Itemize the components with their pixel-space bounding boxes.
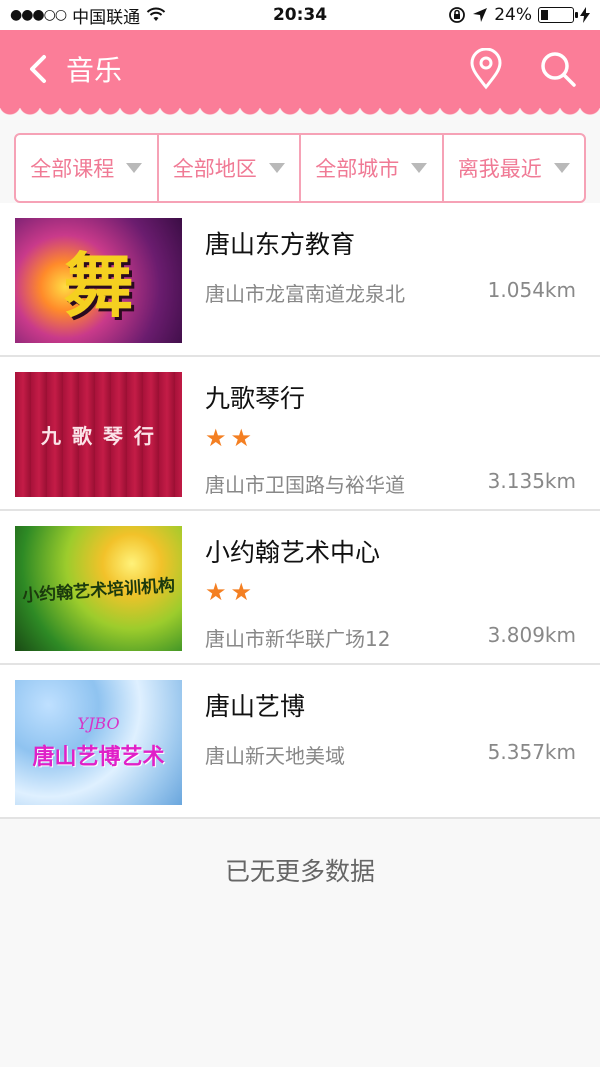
battery-percent: 24% <box>494 5 532 25</box>
filter-label: 全部地区 <box>172 157 257 181</box>
school-distance: 5.357km <box>487 740 576 764</box>
no-more-data-label: 已无更多数据 <box>224 857 375 886</box>
school-address: 唐山新天地美域 <box>205 744 345 768</box>
school-distance: 3.135km <box>487 469 576 493</box>
location-pin-icon <box>470 48 502 90</box>
thumbnail-text: 九 歌 琴 行 <box>41 424 156 448</box>
school-address: 唐山市新华联广场12 <box>205 627 391 651</box>
thumbnail-text: 小约翰艺术培训机构 <box>21 575 176 607</box>
school-thumbnail: 舞 <box>15 218 182 343</box>
school-name: 唐山东方教育 <box>205 230 356 259</box>
school-name: 唐山艺博 <box>205 692 306 721</box>
charging-icon <box>580 7 590 23</box>
page-title: 音乐 <box>66 54 123 87</box>
school-address: 唐山市卫国路与裕华道 <box>205 473 405 497</box>
rating-stars: ★★ <box>205 424 257 452</box>
thumbnail-subtext: YJBO <box>77 714 120 733</box>
back-button[interactable] <box>18 49 58 89</box>
nav-header: 音乐 <box>0 30 600 116</box>
search-button[interactable] <box>534 45 582 93</box>
battery-level <box>541 10 549 20</box>
rotation-lock-icon <box>449 7 466 23</box>
school-name: 小约翰艺术中心 <box>205 538 381 567</box>
battery-icon <box>538 7 578 23</box>
thumbnail-text: 唐山艺博艺术 <box>32 745 165 770</box>
school-thumbnail: 九 歌 琴 行 <box>15 372 182 497</box>
filter-label: 全部城市 <box>315 157 400 181</box>
location-button[interactable] <box>462 45 510 93</box>
filter-district[interactable]: 全部地区 <box>159 135 301 201</box>
filter-label: 离我最近 <box>457 157 542 181</box>
status-bar: ●●●○○ 中国联通 20:34 24% <box>0 0 600 30</box>
filter-sort-distance[interactable]: 离我最近 <box>444 135 585 201</box>
carrier-name: 中国联通 <box>72 7 141 28</box>
filter-label: 全部课程 <box>30 157 115 181</box>
school-name: 九歌琴行 <box>205 384 306 413</box>
dropdown-caret-icon <box>411 163 428 173</box>
rating-stars: ★★ <box>205 578 257 606</box>
school-distance: 1.054km <box>487 278 576 302</box>
school-thumbnail: 小约翰艺术培训机构 <box>15 526 182 651</box>
filter-bar: 全部课程 全部地区 全部城市 离我最近 <box>14 133 586 203</box>
list-item[interactable]: 九 歌 琴 行 九歌琴行 ★★ 唐山市卫国路与裕华道 3.135km <box>0 357 600 511</box>
school-address: 唐山市龙富南道龙泉北 <box>205 282 405 306</box>
list-item[interactable]: 小约翰艺术培训机构 小约翰艺术中心 ★★ 唐山市新华联广场12 3.809km <box>0 511 600 665</box>
wifi-icon <box>146 7 166 21</box>
dropdown-caret-icon <box>126 163 143 173</box>
signal-strength: ●●●○○ <box>10 7 67 23</box>
school-list: 舞 唐山东方教育 唐山市龙富南道龙泉北 1.054km 九 歌 琴 行 九歌琴行… <box>0 203 600 819</box>
filter-city[interactable]: 全部城市 <box>301 135 444 201</box>
chevron-left-icon <box>30 55 46 83</box>
dropdown-caret-icon <box>553 163 570 173</box>
search-icon <box>541 52 576 87</box>
list-item[interactable]: YJBO 唐山艺博艺术 唐山艺博 唐山新天地美域 5.357km <box>0 665 600 819</box>
school-thumbnail: YJBO 唐山艺博艺术 <box>15 680 182 805</box>
list-item[interactable]: 舞 唐山东方教育 唐山市龙富南道龙泉北 1.054km <box>0 203 600 357</box>
dropdown-caret-icon <box>268 163 285 173</box>
filter-course[interactable]: 全部课程 <box>16 135 159 201</box>
school-distance: 3.809km <box>487 623 576 647</box>
location-arrow-icon <box>473 8 488 22</box>
thumbnail-text: 舞 <box>63 244 134 327</box>
